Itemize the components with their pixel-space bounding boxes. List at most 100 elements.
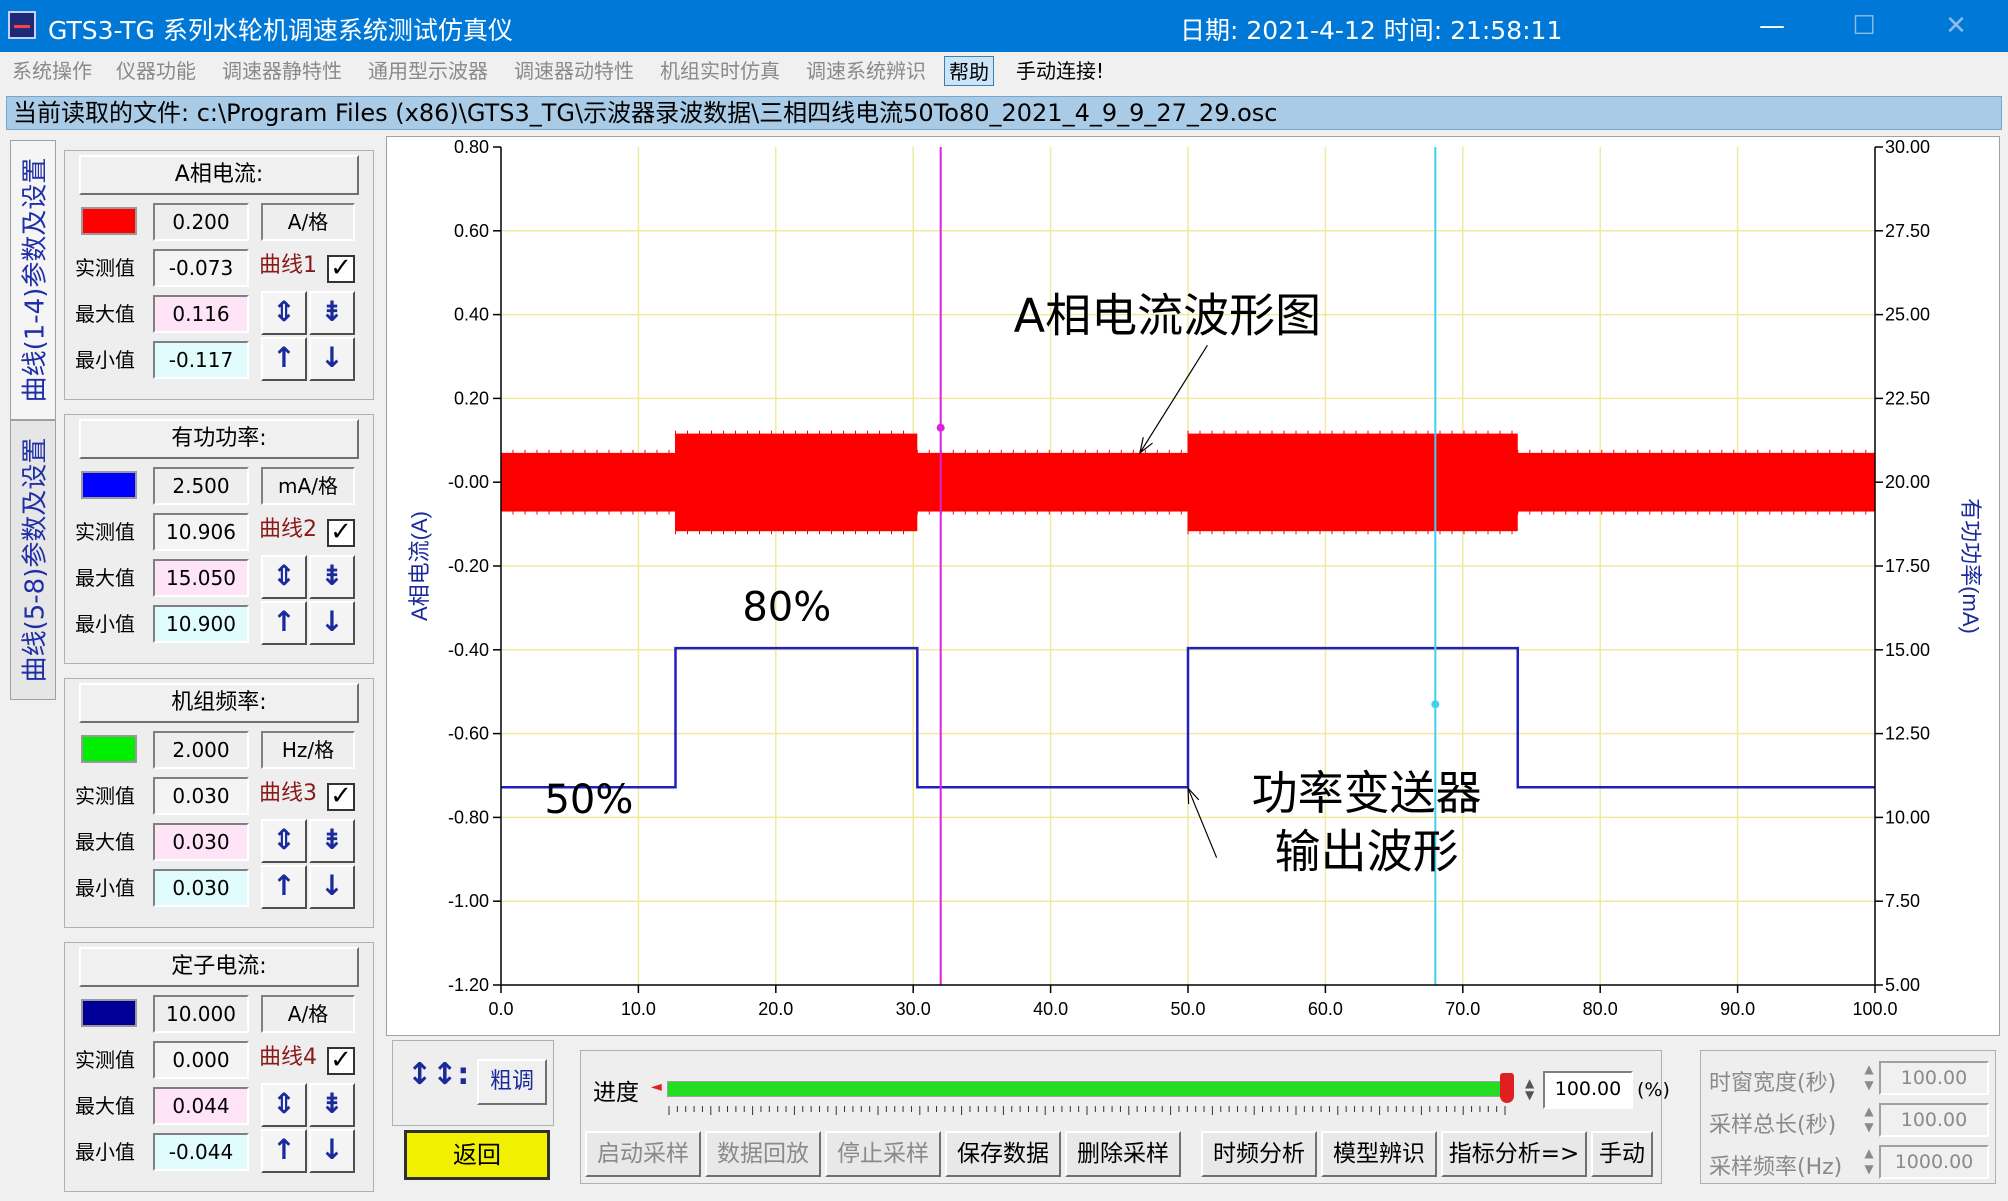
datetime-display: 日期: 2021-4-12 时间: 21:58:11 <box>1180 16 1563 45</box>
panel-title[interactable]: 机组频率: <box>79 683 359 723</box>
panel-stator-current: 定子电流: 10.000 A/格 实测值 0.000 曲线4 ✓ 最大值 0.0… <box>64 942 374 1192</box>
shift-up-icon[interactable]: ↑ <box>261 865 307 909</box>
curve-visible-checkbox[interactable]: ✓ <box>327 519 355 547</box>
menu-governor-dynamic[interactable]: 调速器动特性 <box>510 56 638 86</box>
menu-instrument-functions[interactable]: 仪器功能 <box>112 56 200 86</box>
shift-down-icon[interactable]: ↓ <box>309 337 355 381</box>
compress-scale-icon[interactable]: ⇟ <box>309 291 355 335</box>
panel-title[interactable]: 定子电流: <box>79 947 359 987</box>
stop-sampling-button[interactable]: 停止采样 <box>825 1131 941 1177</box>
y-right-tick-label: 12.50 <box>1885 724 1930 744</box>
progress-track[interactable] <box>667 1081 1508 1097</box>
measured-label: 实测值 <box>75 1048 135 1072</box>
window-title: GTS3-TG 系列水轮机调速系统测试仿真仪 <box>48 16 513 45</box>
total-length-field[interactable]: 100.00 <box>1879 1103 1989 1137</box>
scale-unit[interactable]: A/格 <box>261 203 355 241</box>
scale-value[interactable]: 0.200 <box>153 203 249 241</box>
coarse-adjust-button[interactable]: 粗调 <box>477 1059 547 1105</box>
sampling-rate-spinner-icon[interactable]: ▲ ▼ <box>1861 1145 1877 1179</box>
curve-color-swatch[interactable] <box>81 207 137 235</box>
panel-unit-frequency: 机组频率: 2.000 Hz/格 实测值 0.030 曲线3 ✓ 最大值 0.0… <box>64 678 374 928</box>
curve-color-swatch[interactable] <box>81 471 137 499</box>
progress-value-field[interactable]: 100.00 <box>1543 1071 1633 1109</box>
y-right-tick-label: 27.50 <box>1885 221 1930 241</box>
shift-down-icon[interactable]: ↓ <box>309 1129 355 1173</box>
curve-color-swatch[interactable] <box>81 735 137 763</box>
compress-scale-icon[interactable]: ⇟ <box>309 1083 355 1127</box>
window-width-label: 时窗宽度(秒) <box>1709 1071 1837 1096</box>
series-a-current-segment <box>1188 433 1518 532</box>
shift-up-icon[interactable]: ↑ <box>261 337 307 381</box>
model-identification-button[interactable]: 模型辨识 <box>1321 1131 1437 1177</box>
x-tick-label: 100.0 <box>1852 999 1897 1019</box>
expand-scale-icon[interactable]: ⇕ <box>261 291 307 335</box>
window-width-field[interactable]: 100.00 <box>1879 1061 1989 1095</box>
menu-system-operation[interactable]: 系统操作 <box>8 56 96 86</box>
curve-visible-checkbox[interactable]: ✓ <box>327 1047 355 1075</box>
max-value: 0.044 <box>153 1087 249 1125</box>
y-left-tick-label: 0.80 <box>454 137 489 157</box>
shift-up-icon[interactable]: ↑ <box>261 1129 307 1173</box>
compress-scale-icon[interactable]: ⇟ <box>309 819 355 863</box>
progress-slider-thumb[interactable] <box>1500 1073 1514 1103</box>
curve-visible-checkbox[interactable]: ✓ <box>327 783 355 811</box>
y-right-tick-label: 5.00 <box>1885 975 1920 995</box>
x-tick-label: 60.0 <box>1308 999 1343 1019</box>
panel-title[interactable]: A相电流: <box>79 155 359 195</box>
compress-scale-icon[interactable]: ⇟ <box>309 555 355 599</box>
y-left-tick-label: -1.00 <box>448 891 489 911</box>
min-label: 最小值 <box>75 1140 135 1164</box>
tab-curves-5-8[interactable]: 曲线(5-8)参数及设置 <box>10 420 56 700</box>
scale-value[interactable]: 2.000 <box>153 731 249 769</box>
min-label: 最小值 <box>75 612 135 636</box>
scale-value[interactable]: 2.500 <box>153 467 249 505</box>
total-length-spinner-icon[interactable]: ▲ ▼ <box>1861 1103 1877 1137</box>
back-button[interactable]: 返回 <box>404 1130 550 1180</box>
tab-curves-1-4[interactable]: 曲线(1-4)参数及设置 <box>10 140 56 420</box>
index-analysis-button[interactable]: 指标分析=> <box>1441 1131 1587 1177</box>
menu-governor-static[interactable]: 调速器静特性 <box>218 56 346 86</box>
scale-unit[interactable]: mA/格 <box>261 467 355 505</box>
menu-help[interactable]: 帮助 <box>944 56 994 86</box>
shift-down-icon[interactable]: ↓ <box>309 601 355 645</box>
sampling-rate-field[interactable]: 1000.00 <box>1879 1145 1989 1179</box>
control-box: 进度 ◄ ▲ ▼ 100.00 (%) 启动采样 数据回放 停止采样 保存数据 删除采样时… <box>580 1050 1670 1184</box>
menu-system-identification[interactable]: 调速系统辨识 <box>802 56 930 86</box>
window-width-spinner-icon[interactable]: ▲ ▼ <box>1861 1061 1877 1095</box>
start-sampling-button[interactable]: 启动采样 <box>585 1131 701 1177</box>
x-tick-label: 70.0 <box>1445 999 1480 1019</box>
expand-scale-icon[interactable]: ⇕ <box>261 555 307 599</box>
shift-down-icon[interactable]: ↓ <box>309 865 355 909</box>
oscilloscope-chart: 0.0 10.0 20.0 30.0 40.0 50.0 60.0 70.0 80.0 90.0 1… <box>386 136 2000 1036</box>
expand-scale-icon[interactable]: ⇕ <box>261 819 307 863</box>
save-data-button[interactable]: 保存数据 <box>945 1131 1061 1177</box>
close-button[interactable]: ✕ <box>1936 8 1976 44</box>
delete-sampling-button[interactable]: 删除采样 <box>1065 1131 1181 1177</box>
data-playback-button[interactable]: 数据回放 <box>705 1131 821 1177</box>
menu-oscilloscope[interactable]: 通用型示波器 <box>364 56 492 86</box>
time-frequency-analysis-button[interactable]: 时频分析 <box>1201 1131 1317 1177</box>
menu-manual-connect[interactable]: 手动连接! <box>1012 56 1108 86</box>
max-label: 最大值 <box>75 1094 135 1118</box>
series-a-current-segment <box>1517 452 1875 512</box>
y-right-tick-label: 17.50 <box>1885 556 1930 576</box>
curve-visible-checkbox[interactable]: ✓ <box>327 255 355 283</box>
shift-up-icon[interactable]: ↑ <box>261 601 307 645</box>
scale-unit[interactable]: Hz/格 <box>261 731 355 769</box>
curve-color-swatch[interactable] <box>81 999 137 1027</box>
panel-title[interactable]: 有功功率: <box>79 419 359 459</box>
cursor-marker-2 <box>1431 700 1440 709</box>
y-right-tick-label: 25.00 <box>1885 305 1930 325</box>
maximize-button[interactable]: ☐ <box>1844 8 1884 44</box>
manual-button[interactable]: 手动 <box>1591 1131 1653 1177</box>
scale-unit[interactable]: A/格 <box>261 995 355 1033</box>
y-right-tick-label: 7.50 <box>1885 891 1920 911</box>
progress-spinner-icon[interactable]: ▲ ▼ <box>1525 1077 1534 1101</box>
minimize-button[interactable]: — <box>1752 8 1792 44</box>
scale-value[interactable]: 10.000 <box>153 995 249 1033</box>
y-right-tick-label: 15.00 <box>1885 640 1930 660</box>
menu-unit-simulation[interactable]: 机组实时仿真 <box>656 56 784 86</box>
expand-scale-icon[interactable]: ⇕ <box>261 1083 307 1127</box>
panel-phase-a-current: A相电流: 0.200 A/格 实测值 -0.073 曲线1 ✓ 最大值 0.1… <box>64 150 374 400</box>
panel-active-power: 有功功率: 2.500 mA/格 实测值 10.906 曲线2 ✓ 最大值 15… <box>64 414 374 664</box>
